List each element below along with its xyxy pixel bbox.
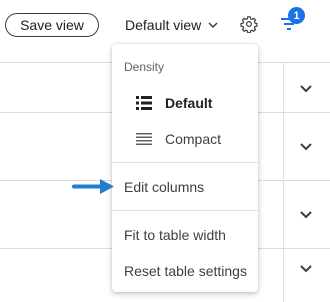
list-default-icon bbox=[136, 96, 152, 110]
fit-to-table-width-item[interactable]: Fit to table width bbox=[112, 221, 258, 249]
save-view-button[interactable]: Save view bbox=[5, 13, 99, 37]
expand-chevron-icon[interactable] bbox=[298, 80, 314, 96]
density-option-label: Compact bbox=[165, 131, 222, 147]
reset-table-settings-item[interactable]: Reset table settings bbox=[112, 257, 258, 285]
chevron-down-icon bbox=[208, 22, 218, 28]
row-divider bbox=[283, 113, 284, 179]
view-select-label: Default view bbox=[125, 17, 202, 33]
menu-divider bbox=[112, 210, 258, 211]
row-divider bbox=[283, 181, 284, 247]
expand-chevron-icon[interactable] bbox=[298, 138, 314, 154]
settings-gear-icon[interactable] bbox=[240, 15, 258, 34]
view-select-dropdown[interactable]: Default view bbox=[125, 14, 218, 36]
row-divider bbox=[283, 63, 284, 111]
expand-chevron-icon[interactable] bbox=[298, 206, 314, 222]
expand-chevron-icon[interactable] bbox=[298, 260, 314, 276]
density-section-label: Density bbox=[124, 60, 165, 74]
density-option-compact[interactable]: Compact bbox=[112, 125, 258, 153]
list-compact-icon bbox=[136, 132, 152, 146]
pointer-arrow-icon bbox=[72, 177, 120, 195]
density-option-label: Default bbox=[165, 95, 213, 111]
menu-divider bbox=[112, 162, 258, 163]
row-divider bbox=[283, 249, 284, 302]
density-option-default[interactable]: Default bbox=[112, 89, 258, 117]
edit-columns-item[interactable]: Edit columns bbox=[112, 173, 258, 201]
filter-count-badge: 1 bbox=[288, 7, 305, 24]
view-options-menu: Density Default Compact Edit columns Fit… bbox=[112, 44, 258, 292]
